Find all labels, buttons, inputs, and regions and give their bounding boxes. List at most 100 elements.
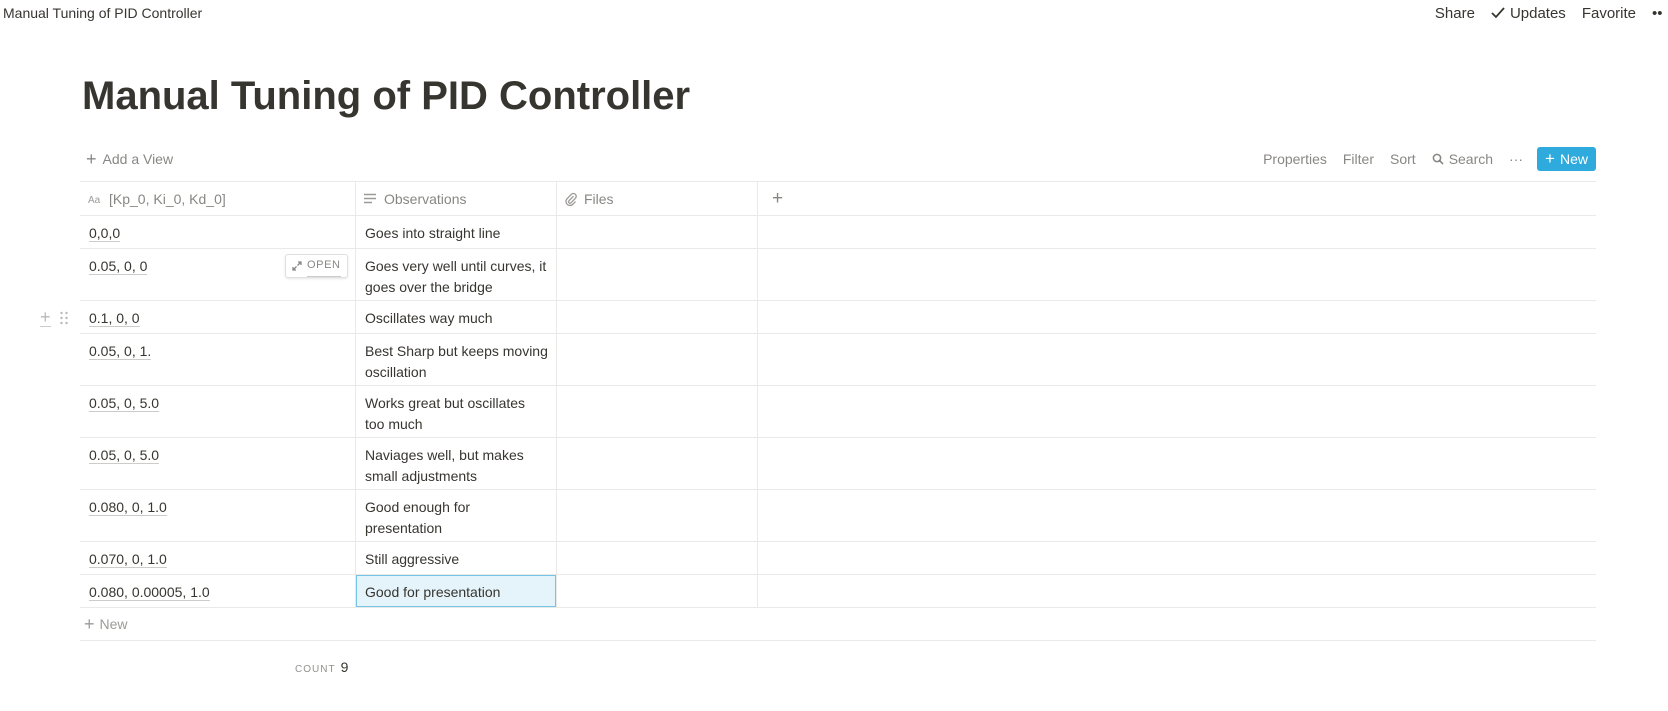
text-type-icon: Aa [88,195,101,205]
empty-cell [758,490,1596,541]
updates-button[interactable]: Updates [1491,5,1566,22]
table-row[interactable]: 0.070, 0, 1.0 Still aggressive [80,542,1596,575]
empty-cell [758,438,1596,489]
search-icon [1432,153,1444,165]
observations-cell[interactable]: Good for presentation [356,575,557,607]
view-more-icon[interactable]: ··· [1509,151,1523,167]
column-label: [Kp_0, Ki_0, Kd_0] [109,190,226,207]
name-cell[interactable]: 0.070, 0, 1.0 [80,542,356,574]
empty-cell [758,542,1596,574]
files-cell[interactable] [557,334,758,385]
files-cell[interactable] [557,438,758,489]
empty-cell [758,386,1596,437]
count-summary[interactable]: COUNT 9 [295,659,348,675]
files-cell[interactable] [557,490,758,541]
name-cell[interactable]: 0.05, 0, 0 OPEN [80,249,356,300]
plus-icon: + [1545,149,1555,168]
observations-cell[interactable]: Best Sharp but keeps moving oscillation [356,334,557,385]
table-row[interactable]: 0.05, 0, 1. Best Sharp but keeps moving o… [80,334,1596,386]
new-button[interactable]: + New [1537,147,1596,171]
count-label: COUNT [295,664,336,675]
empty-cell [758,575,1596,607]
view-tools: Properties Filter Sort Search ··· + New [1247,147,1596,171]
column-header-files[interactable]: Files [557,182,758,215]
add-row-icon[interactable]: + [40,308,51,327]
page-title[interactable]: Manual Tuning of PID Controller [82,72,690,120]
row-name: 0.05, 0, 5.0 [89,447,160,464]
add-view-label: Add a View [102,151,174,167]
plus-icon: + [84,613,95,634]
properties-button[interactable]: Properties [1263,151,1327,167]
observations-cell[interactable]: Goes into straight line [356,216,557,248]
database-table: Aa [Kp_0, Ki_0, Kd_0] Observations Files… [40,181,1596,641]
row-name: 0.05, 0, 1. [89,343,152,360]
updates-label: Updates [1509,4,1566,22]
row-name: 0.05, 0, 5.0 [89,395,160,412]
table-row[interactable]: 0.1, 0, 0 + Oscillates way much [40,301,1596,334]
observations-cell[interactable]: Works great but oscillates too much [356,386,557,437]
paperclip-icon [565,192,577,206]
empty-cell [758,334,1596,385]
row-name: 0.080, 0, 1.0 [89,499,167,516]
name-cell[interactable]: 0.080, 0, 1.0 [80,490,356,541]
observations-cell[interactable]: Goes very well until curves, it goes ove… [356,249,557,300]
open-label: OPEN [307,255,341,277]
files-cell[interactable] [557,216,758,248]
column-label: Files [584,190,614,207]
row-name: 0.1, 0, 0 [89,310,140,327]
name-cell[interactable]: 0,0,0 [80,216,356,248]
empty-cell [758,249,1596,300]
add-view-button[interactable]: + Add a View [80,149,174,169]
search-label: Search [1448,151,1494,167]
observations-cell[interactable]: Good enough for presentation [356,490,557,541]
breadcrumb[interactable]: Manual Tuning of PID Controller [0,5,202,21]
expand-icon [292,261,302,271]
files-cell[interactable] [557,301,758,333]
empty-cell [758,301,1596,333]
table-row[interactable]: 0.080, 0.00005, 1.0 Good for presentation [80,575,1596,608]
empty-cell [758,216,1596,248]
table-row[interactable]: 0.05, 0, 5.0 Naviages well, but makes sma… [80,438,1596,490]
table-body: 0,0,0 Goes into straight line 0.05, 0, 0 OP… [40,216,1596,608]
files-cell[interactable] [557,386,758,437]
files-cell[interactable] [557,542,758,574]
new-row-button[interactable]: + New [80,608,1596,641]
add-column-button[interactable]: + [758,182,1596,215]
files-cell[interactable] [557,575,758,607]
lines-text-icon [364,193,376,204]
table-row[interactable]: 0.05, 0, 5.0 Works great but oscillates t… [80,386,1596,438]
row-name: 0.05, 0, 0 [89,258,148,275]
table-row[interactable]: 0.05, 0, 0 OPEN Goes very well until curve… [80,249,1596,301]
row-name: 0,0,0 [89,225,121,242]
search-button[interactable]: Search [1432,151,1493,167]
svg-text:Aa: Aa [88,195,101,205]
plus-icon: + [86,149,97,169]
observations-cell[interactable]: Naviages well, but makes small adjustmen… [356,438,557,489]
view-toolbar: + Add a View Properties Filter Sort Sear… [80,145,1596,173]
observations-cell[interactable]: Still aggressive [356,542,557,574]
new-row-label: New [99,616,128,632]
top-bar: Manual Tuning of PID Controller Share Up… [0,0,1668,26]
sort-button[interactable]: Sort [1390,151,1416,167]
observations-cell[interactable]: Oscillates way much [356,301,557,333]
table-row[interactable]: 0.080, 0, 1.0 Good enough for presentatio… [80,490,1596,542]
more-options-icon[interactable]: •• [1652,5,1668,22]
name-cell[interactable]: 0.05, 0, 1. [80,334,356,385]
column-header-name[interactable]: Aa [Kp_0, Ki_0, Kd_0] [80,182,356,215]
name-cell[interactable]: 0.1, 0, 0 + [40,301,356,333]
drag-handle-icon[interactable] [59,311,68,325]
table-row[interactable]: 0,0,0 Goes into straight line [80,216,1596,249]
new-label: New [1559,151,1588,167]
files-cell[interactable] [557,249,758,300]
name-cell[interactable]: 0.05, 0, 5.0 [80,438,356,489]
column-header-observations[interactable]: Observations [356,182,557,215]
favorite-button[interactable]: Favorite [1582,5,1636,22]
checkmark-icon [1491,7,1505,19]
open-button[interactable]: OPEN [285,254,348,278]
row-name: 0.080, 0.00005, 1.0 [89,584,210,601]
row-handles: + [40,308,68,327]
name-cell[interactable]: 0.05, 0, 5.0 [80,386,356,437]
share-button[interactable]: Share [1435,5,1475,22]
name-cell[interactable]: 0.080, 0.00005, 1.0 [80,575,356,607]
filter-button[interactable]: Filter [1343,151,1374,167]
